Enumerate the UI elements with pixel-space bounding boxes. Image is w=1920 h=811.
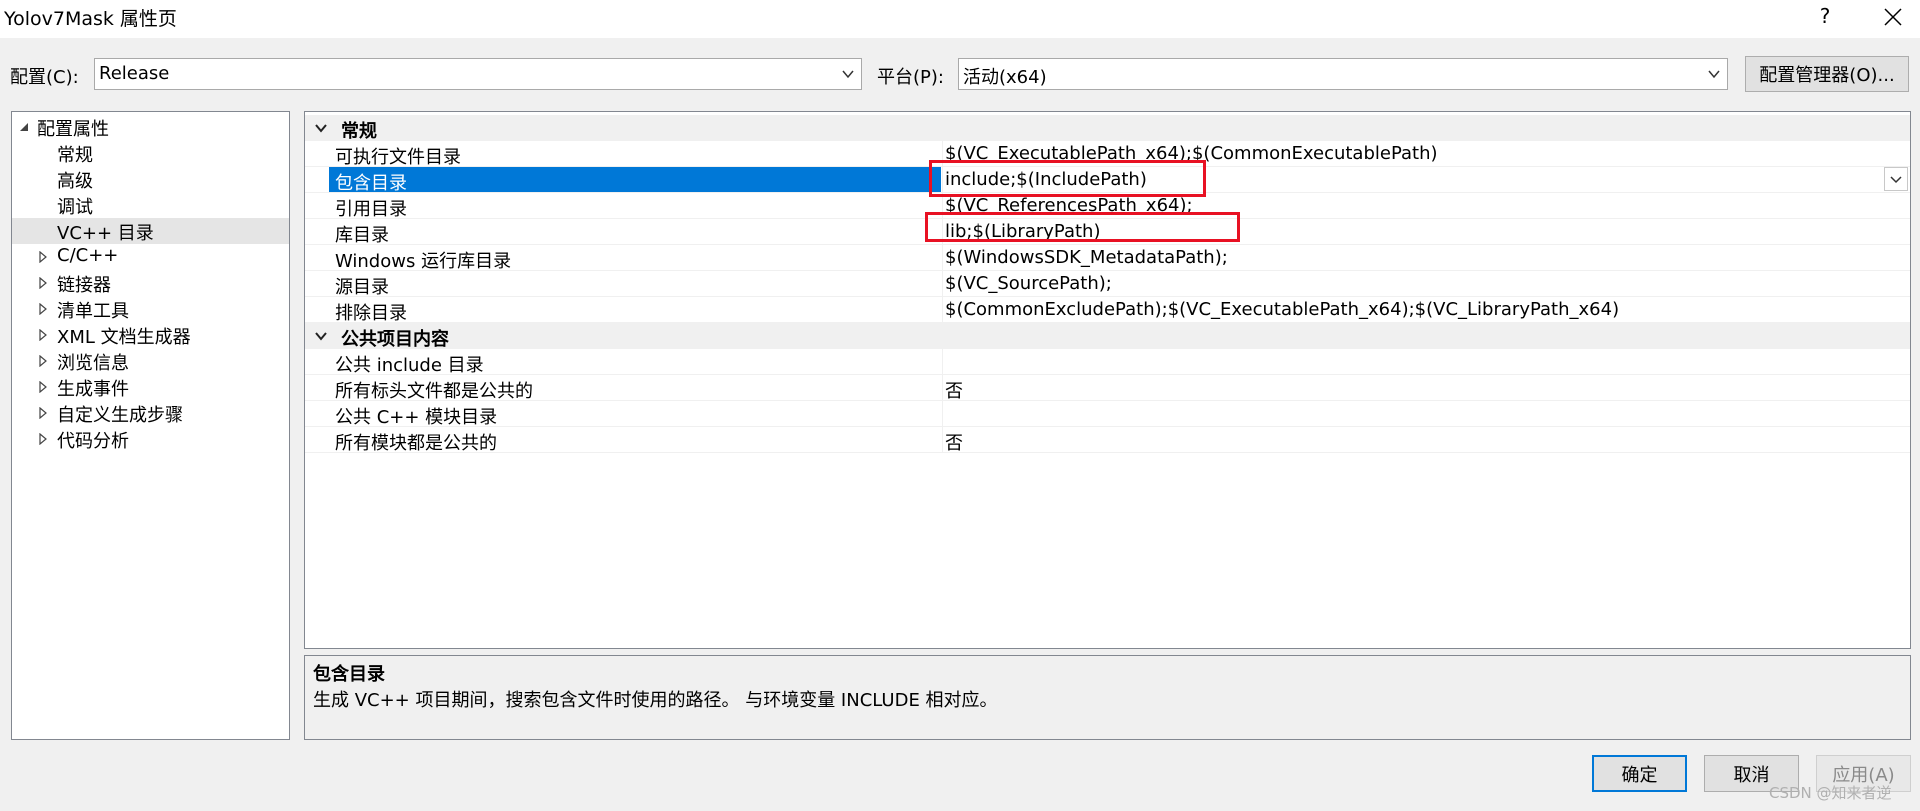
category-general[interactable]: 常规 (305, 115, 1910, 142)
title-bar: Yolov7Mask 属性页 ? (0, 0, 1920, 38)
category-label: 常规 (341, 121, 377, 142)
property-value[interactable]: 否 (942, 427, 1910, 454)
property-row-all-modules-public[interactable]: 所有模块都是公共的 否 (305, 427, 1910, 454)
description-panel: 包含目录 生成 VC++ 项目期间，搜索包含文件时使用的路径。 与环境变量 IN… (304, 655, 1911, 740)
property-name: 公共 C++ 模块目录 (335, 407, 498, 428)
tree-item-general[interactable]: 常规 (12, 140, 289, 166)
property-value[interactable]: $(VC_SourcePath); (942, 271, 1910, 296)
configuration-label: 配置(C): (10, 67, 79, 88)
property-name: Windows 运行库目录 (335, 251, 512, 272)
collapsed-triangle-icon (39, 381, 47, 393)
collapsed-triangle-icon (39, 251, 47, 263)
property-name: 包含目录 (329, 167, 941, 194)
window-title: Yolov7Mask 属性页 (4, 8, 177, 30)
chevron-down-icon (842, 70, 854, 79)
tree-item-label: 代码分析 (57, 431, 129, 452)
property-dropdown-button[interactable] (1884, 167, 1908, 191)
tree-item-label: 自定义生成步骤 (57, 405, 183, 426)
property-row-public-cpp-module-dirs[interactable]: 公共 C++ 模块目录 (305, 401, 1910, 428)
description-title: 包含目录 (313, 664, 385, 685)
configuration-manager-button[interactable]: 配置管理器(O)... (1745, 56, 1909, 92)
tree-item-label: 清单工具 (57, 301, 129, 322)
tree-item-label: 常规 (57, 145, 93, 166)
close-icon (1884, 8, 1902, 26)
property-value[interactable]: $(CommonExcludePath);$(VC_ExecutablePath… (942, 297, 1910, 322)
property-row-reference-dirs[interactable]: 引用目录 $(VC_ReferencesPath_x64); (305, 193, 1910, 220)
property-name: 所有模块都是公共的 (335, 433, 497, 454)
tree-item-xml-doc-generator[interactable]: XML 文档生成器 (12, 322, 289, 348)
property-value[interactable]: $(VC_ReferencesPath_x64); (942, 193, 1910, 218)
property-name: 源目录 (335, 277, 389, 298)
property-row-executable-dirs[interactable]: 可执行文件目录 $(VC_ExecutablePath_x64);$(Commo… (305, 141, 1910, 168)
property-tree: 配置属性 常规 高级 调试 VC++ 目录 C/C++ 链接器 清单工具 XML… (11, 111, 290, 740)
property-name: 排除目录 (335, 303, 407, 324)
tree-item-configuration-properties[interactable]: 配置属性 (12, 114, 289, 140)
tree-item-label: 调试 (57, 197, 93, 218)
property-row-public-include-dirs[interactable]: 公共 include 目录 (305, 349, 1910, 376)
tree-item-linker[interactable]: 链接器 (12, 270, 289, 296)
collapsed-triangle-icon (39, 355, 47, 367)
tree-item-c-cpp[interactable]: C/C++ (12, 244, 289, 270)
tree-item-browse-information[interactable]: 浏览信息 (12, 348, 289, 374)
platform-value: 活动(x64) (963, 67, 1047, 88)
tree-item-vc-directories[interactable]: VC++ 目录 (12, 218, 289, 244)
tree-item-build-events[interactable]: 生成事件 (12, 374, 289, 400)
property-name: 公共 include 目录 (335, 355, 484, 376)
tree-item-label: C/C++ (57, 245, 119, 266)
property-value[interactable]: $(WindowsSDK_MetadataPath); (942, 245, 1910, 270)
property-row-all-headers-public[interactable]: 所有标头文件都是公共的 否 (305, 375, 1910, 402)
chevron-down-icon (315, 332, 327, 341)
expanded-triangle-icon (20, 123, 28, 131)
tree-item-label: VC++ 目录 (57, 223, 154, 244)
platform-select[interactable]: 活动(x64) (958, 58, 1728, 90)
property-value[interactable]: 否 (942, 375, 1910, 402)
tree-item-label: 链接器 (57, 275, 111, 296)
chevron-down-icon (1890, 176, 1902, 184)
tree-item-label: XML 文档生成器 (57, 327, 191, 348)
ok-button[interactable]: 确定 (1592, 755, 1687, 792)
help-button[interactable]: ? (1810, 4, 1840, 28)
collapsed-triangle-icon (39, 407, 47, 419)
collapsed-triangle-icon (39, 277, 47, 289)
property-row-source-dirs[interactable]: 源目录 $(VC_SourcePath); (305, 271, 1910, 298)
property-row-windows-runtime-dirs[interactable]: Windows 运行库目录 $(WindowsSDK_MetadataPath)… (305, 245, 1910, 272)
property-name: 引用目录 (335, 199, 407, 220)
configuration-value: Release (99, 63, 170, 84)
tree-item-manifest-tool[interactable]: 清单工具 (12, 296, 289, 322)
chevron-down-icon (315, 124, 327, 133)
tree-item-label: 配置属性 (37, 119, 109, 140)
collapsed-triangle-icon (39, 329, 47, 341)
tree-item-label: 高级 (57, 171, 93, 192)
category-label: 公共项目内容 (341, 329, 449, 350)
tree-item-advanced[interactable]: 高级 (12, 166, 289, 192)
collapsed-triangle-icon (39, 433, 47, 445)
tree-item-code-analysis[interactable]: 代码分析 (12, 426, 289, 452)
tree-item-label: 生成事件 (57, 379, 129, 400)
property-value[interactable]: lib;$(LibraryPath) (942, 219, 1910, 244)
tree-item-debugging[interactable]: 调试 (12, 192, 289, 218)
close-button[interactable] (1868, 0, 1920, 34)
tree-item-label: 浏览信息 (57, 353, 129, 374)
property-value-input[interactable]: include;$(IncludePath) (942, 167, 1910, 192)
property-name: 库目录 (335, 225, 389, 246)
property-row-include-dirs[interactable]: 包含目录 include;$(IncludePath) (305, 167, 1910, 194)
property-value[interactable] (942, 401, 1910, 426)
chevron-down-icon (1708, 70, 1720, 79)
property-grid: 常规 可执行文件目录 $(VC_ExecutablePath_x64);$(Co… (304, 111, 1911, 649)
collapsed-triangle-icon (39, 303, 47, 315)
watermark: CSDN @知来者逆 (1769, 784, 1892, 802)
platform-label: 平台(P): (877, 67, 944, 88)
property-row-exclude-dirs[interactable]: 排除目录 $(CommonExcludePath);$(VC_Executabl… (305, 297, 1910, 324)
property-name: 所有标头文件都是公共的 (335, 381, 533, 402)
property-value[interactable] (942, 349, 1910, 374)
tree-item-custom-build-step[interactable]: 自定义生成步骤 (12, 400, 289, 426)
configuration-select[interactable]: Release (94, 58, 862, 90)
property-row-library-dirs[interactable]: 库目录 lib;$(LibraryPath) (305, 219, 1910, 246)
category-public-project-content[interactable]: 公共项目内容 (305, 323, 1910, 350)
property-name: 可执行文件目录 (335, 147, 461, 168)
description-text: 生成 VC++ 项目期间，搜索包含文件时使用的路径。 与环境变量 INCLUDE… (313, 690, 998, 711)
property-value[interactable]: $(VC_ExecutablePath_x64);$(CommonExecuta… (942, 141, 1910, 166)
